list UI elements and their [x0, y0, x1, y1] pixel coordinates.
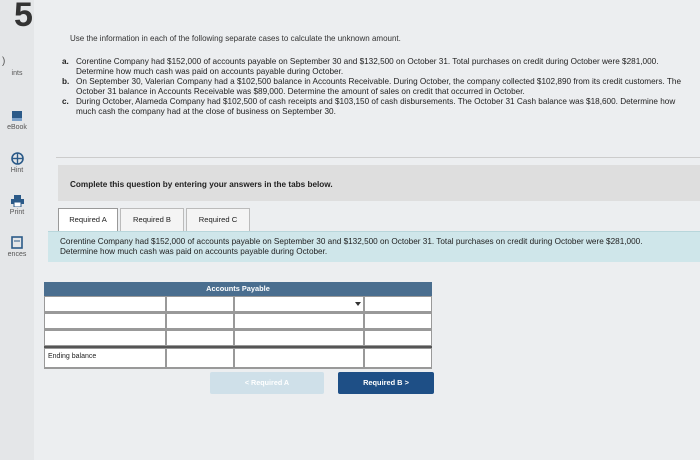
ending-balance-label-cell: Ending balance [44, 348, 166, 368]
instructions-banner: Complete this question by entering your … [58, 165, 700, 201]
case-text: On September 30, Valerian Company had a … [76, 77, 682, 96]
case-label: b. [62, 77, 70, 86]
next-required-button[interactable]: Required B > [338, 372, 434, 394]
credit-label-cell[interactable] [234, 348, 364, 368]
case-text: Corentine Company had $152,000 of accoun… [76, 57, 659, 76]
sidebar-item-references[interactable]: ences [0, 236, 34, 258]
table-row: Ending balance [44, 348, 432, 369]
debit-amount-cell[interactable] [166, 330, 234, 346]
table-header: Accounts Payable [44, 282, 432, 296]
credit-label-cell[interactable] [234, 313, 364, 329]
accounts-payable-table: Ending balance [44, 296, 432, 369]
complete-prompt: Complete this question by entering your … [70, 180, 333, 189]
left-sidebar: ) ints eBook Hint Print ences [0, 0, 34, 460]
table-row [44, 313, 432, 330]
ending-balance-amount-cell[interactable] [364, 348, 432, 368]
debit-label-cell[interactable] [44, 296, 166, 312]
case-label: c. [62, 97, 69, 106]
hint-icon [10, 152, 24, 165]
debit-amount-cell[interactable] [166, 348, 234, 368]
case-label: a. [62, 57, 69, 66]
question-number: 5 [14, 0, 33, 34]
prev-required-button[interactable]: < Required A [210, 372, 324, 394]
required-prompt-box: Corentine Company had $152,000 of accoun… [48, 231, 700, 262]
sidebar-references-label: ences [7, 251, 27, 258]
sidebar-print-label: Print [9, 209, 25, 216]
case-text: During October, Alameda Company had $102… [76, 97, 676, 116]
sidebar-points-label: ints [11, 70, 23, 77]
chevron-down-icon [355, 302, 361, 306]
instructions-text: Use the information in each of the follo… [70, 34, 401, 43]
debit-amount-cell[interactable] [166, 296, 234, 312]
credit-amount-cell[interactable] [364, 296, 432, 312]
debit-amount-cell[interactable] [166, 313, 234, 329]
credit-label-select[interactable] [234, 296, 364, 312]
table-row [44, 296, 432, 313]
references-icon [11, 236, 23, 249]
table-row [44, 330, 432, 348]
sidebar-paren: ) [2, 56, 6, 67]
print-icon [10, 195, 24, 207]
cases-list: a. Corentine Company had $152,000 of acc… [62, 57, 682, 117]
sidebar-hint-label: Hint [10, 167, 24, 174]
tab-required-a[interactable]: Required A [58, 208, 118, 231]
ending-balance-label: Ending balance [48, 353, 97, 360]
required-prompt: Corentine Company had $152,000 of accoun… [60, 237, 643, 256]
case-c: c. During October, Alameda Company had $… [62, 97, 682, 117]
debit-label-cell[interactable] [44, 313, 166, 329]
sidebar-ebook-label: eBook [7, 124, 27, 131]
debit-label-cell[interactable] [44, 330, 166, 346]
tab-label: Required B [133, 215, 171, 224]
credit-amount-cell[interactable] [364, 330, 432, 346]
sidebar-item-points: ints [0, 70, 34, 77]
book-icon [12, 111, 22, 121]
section-divider [56, 157, 700, 158]
case-b: b. On September 30, Valerian Company had… [62, 77, 682, 97]
tab-required-b[interactable]: Required B [120, 208, 184, 231]
sidebar-item-ebook[interactable]: eBook [0, 110, 34, 131]
sidebar-item-print[interactable]: Print [0, 195, 34, 216]
credit-amount-cell[interactable] [364, 313, 432, 329]
sidebar-item-hint[interactable]: Hint [0, 152, 34, 174]
tab-label: Required A [69, 215, 107, 224]
tab-required-c[interactable]: Required C [186, 208, 250, 231]
credit-label-cell[interactable] [234, 330, 364, 346]
tab-label: Required C [198, 215, 238, 224]
case-a: a. Corentine Company had $152,000 of acc… [62, 57, 682, 77]
